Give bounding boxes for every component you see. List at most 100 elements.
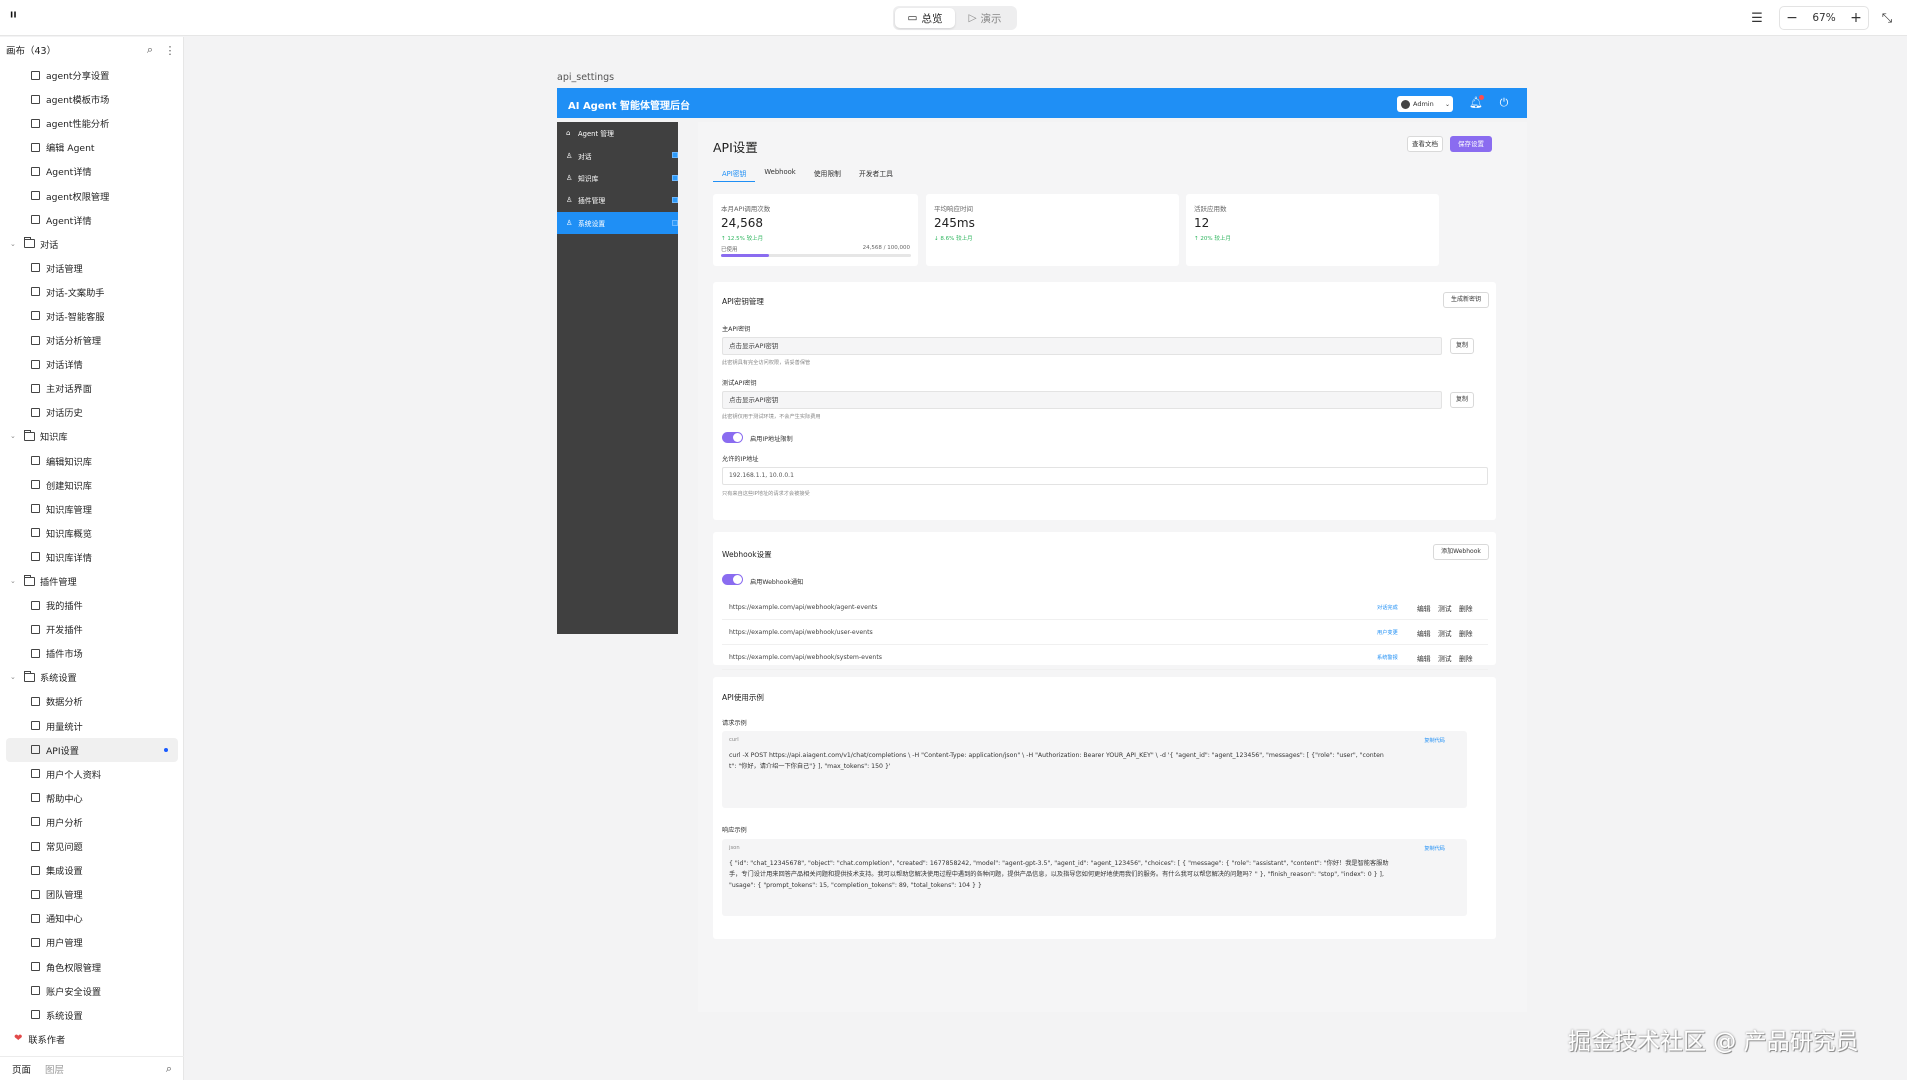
search-icon[interactable]: ⌕ (142, 43, 158, 57)
chevron-down-icon[interactable]: ⌄ (10, 673, 20, 681)
layer-page-item[interactable]: 插件市场 (0, 641, 184, 665)
test-key-field[interactable]: 点击显示API密钥 (722, 391, 1442, 409)
settings-sliders-icon[interactable]: ☰ (1745, 6, 1769, 30)
layer-page-item[interactable]: 知识库详情 (0, 545, 184, 569)
add-webhook-button[interactable]: 添加Webhook (1433, 544, 1489, 560)
layer-page-item[interactable]: 账户安全设置 (0, 979, 184, 1003)
layer-page-item[interactable]: 用量统计 (0, 714, 184, 738)
layer-page-item[interactable]: 主对话界面 (0, 376, 184, 400)
main-key-field[interactable]: 点击显示API密钥 (722, 337, 1442, 355)
chevron-down-icon[interactable]: ⌄ (10, 240, 20, 248)
layer-page-item[interactable]: Agent详情 (0, 159, 184, 183)
sidebar-menu-item[interactable]: ♙ 知识库 (557, 167, 678, 189)
layer-page-item[interactable]: 编辑 Agent (0, 135, 184, 159)
collapse-icon[interactable]: ⤡ (1875, 6, 1899, 30)
layer-page-item[interactable]: 系统设置 (0, 1003, 184, 1027)
layer-page-item[interactable]: 数据分析 (0, 689, 184, 713)
bell-icon[interactable]: 🔔︎ (1469, 95, 1484, 110)
view-docs-button[interactable]: 查看文档 (1407, 136, 1443, 152)
ip-restriction-toggle[interactable] (722, 432, 743, 443)
layer-page-item[interactable]: 用户管理 (0, 930, 184, 954)
tab-developer-tools[interactable]: 开发者工具 (850, 164, 902, 182)
delete-webhook-button[interactable]: 删除 (1459, 628, 1473, 638)
layer-page-item[interactable]: 我的插件 (0, 593, 184, 617)
copy-code-button[interactable]: 复制代码 (1424, 845, 1445, 852)
save-settings-button[interactable]: 保存设置 (1450, 136, 1492, 152)
tab-layers[interactable]: 图层 (45, 1062, 64, 1076)
frame-label[interactable]: api_settings (557, 72, 614, 83)
sidebar-menu-item[interactable]: ♙ 插件管理 (557, 189, 678, 211)
chevron-down-icon[interactable]: ⌄ (10, 432, 20, 440)
layer-page-item[interactable]: 对话详情 (0, 352, 184, 376)
delete-webhook-button[interactable]: 删除 (1459, 653, 1473, 663)
present-button[interactable]: ▷ 演示 (955, 8, 1015, 28)
layer-page-item[interactable]: 对话历史 (0, 400, 184, 424)
tab-webhook[interactable]: Webhook (755, 164, 804, 182)
layer-page-item[interactable]: 知识库管理 (0, 497, 184, 521)
layer-page-item[interactable]: Agent详情 (0, 208, 184, 232)
zoom-out-button[interactable]: − (1780, 7, 1804, 29)
top-toolbar: ᐦ ▭ 总览 ▷ 演示 ☰ − 67% + ⤡ (0, 0, 1907, 36)
layer-page-item[interactable]: 角色权限管理 (0, 954, 184, 978)
layer-page-item[interactable]: 编辑知识库 (0, 449, 184, 473)
search-icon[interactable]: ⌕ (166, 1062, 172, 1076)
more-vertical-icon[interactable]: ⋮ (162, 44, 178, 57)
layer-page-item[interactable]: API设置 (6, 737, 178, 762)
sidebar-menu-item[interactable]: ♙ 对话 (557, 144, 678, 166)
layer-page-item[interactable]: 通知中心 (0, 906, 184, 930)
layer-page-item[interactable]: 对话-文案助手 (0, 280, 184, 304)
layer-page-item[interactable]: 知识库概览 (0, 521, 184, 545)
overview-button[interactable]: ▭ 总览 (895, 8, 955, 28)
layer-page-item[interactable]: 帮助中心 (0, 786, 184, 810)
layer-page-item[interactable]: 用户分析 (0, 810, 184, 834)
test-key-hint: 此密钥仅用于测试环境，不会产生实际费用 (722, 414, 821, 420)
page-icon (31, 865, 40, 875)
tab-api-keys[interactable]: API密钥 (713, 164, 756, 182)
page-icon (31, 769, 40, 779)
tab-usage-limits[interactable]: 使用限制 (805, 164, 850, 182)
user-icon: ♙ (566, 151, 573, 160)
allowed-ip-input[interactable]: 192.168.1.1, 10.0.0.1 (722, 467, 1488, 485)
test-webhook-button[interactable]: 测试 (1438, 653, 1452, 663)
chevron-down-icon[interactable]: ⌄ (10, 577, 20, 585)
edit-webhook-button[interactable]: 编辑 (1417, 628, 1431, 638)
contact-author-item[interactable]: ❤ 联系作者 (0, 1027, 184, 1051)
webhook-toggle[interactable] (722, 574, 743, 585)
layer-page-item[interactable]: agent权限管理 (0, 183, 184, 207)
layer-group[interactable]: ⌄ 对话 (0, 232, 184, 256)
layer-group[interactable]: ⌄ 系统设置 (0, 665, 184, 689)
layer-page-item[interactable]: 对话分析管理 (0, 328, 184, 352)
test-webhook-button[interactable]: 测试 (1438, 603, 1452, 613)
layer-page-item[interactable]: 创建知识库 (0, 473, 184, 497)
zoom-in-button[interactable]: + (1844, 7, 1868, 29)
page-icon (31, 504, 40, 514)
layer-group[interactable]: ⌄ 知识库 (0, 424, 184, 448)
delete-webhook-button[interactable]: 删除 (1459, 603, 1473, 613)
layer-page-item[interactable]: 开发插件 (0, 617, 184, 641)
layer-page-item[interactable]: 团队管理 (0, 882, 184, 906)
layer-page-item[interactable]: agent分享设置 (0, 63, 184, 87)
zoom-level[interactable]: 67% (1804, 7, 1844, 29)
layer-page-item[interactable]: agent性能分析 (0, 111, 184, 135)
copy-test-key-button[interactable]: 复制 (1450, 392, 1474, 408)
layer-page-item[interactable]: 对话管理 (0, 256, 184, 280)
app-logo[interactable]: ᐦ (10, 11, 28, 25)
generate-key-button[interactable]: 生成新密钥 (1443, 292, 1489, 308)
layer-page-item[interactable]: 常见问题 (0, 834, 184, 858)
copy-main-key-button[interactable]: 复制 (1450, 338, 1474, 354)
edit-webhook-button[interactable]: 编辑 (1417, 603, 1431, 613)
admin-dropdown[interactable]: Admin ⌄ (1397, 96, 1453, 112)
layer-page-item[interactable]: 对话-智能客服 (0, 304, 184, 328)
copy-code-button[interactable]: 复制代码 (1424, 737, 1445, 744)
sidebar-menu-item[interactable]: ⌂ Agent 管理 (557, 122, 678, 144)
edit-webhook-button[interactable]: 编辑 (1417, 653, 1431, 663)
layer-page-item[interactable]: agent模板市场 (0, 87, 184, 111)
sidebar-menu-item[interactable]: ♙ 系统设置 (557, 211, 678, 234)
selected-indicator (164, 747, 168, 752)
tab-pages[interactable]: 页面 (12, 1062, 31, 1076)
power-icon[interactable]: ⏻ (1497, 96, 1511, 110)
test-webhook-button[interactable]: 测试 (1438, 628, 1452, 638)
layer-group[interactable]: ⌄ 插件管理 (0, 569, 184, 593)
layer-page-item[interactable]: 集成设置 (0, 858, 184, 882)
layer-page-item[interactable]: 用户个人资料 (0, 762, 184, 786)
